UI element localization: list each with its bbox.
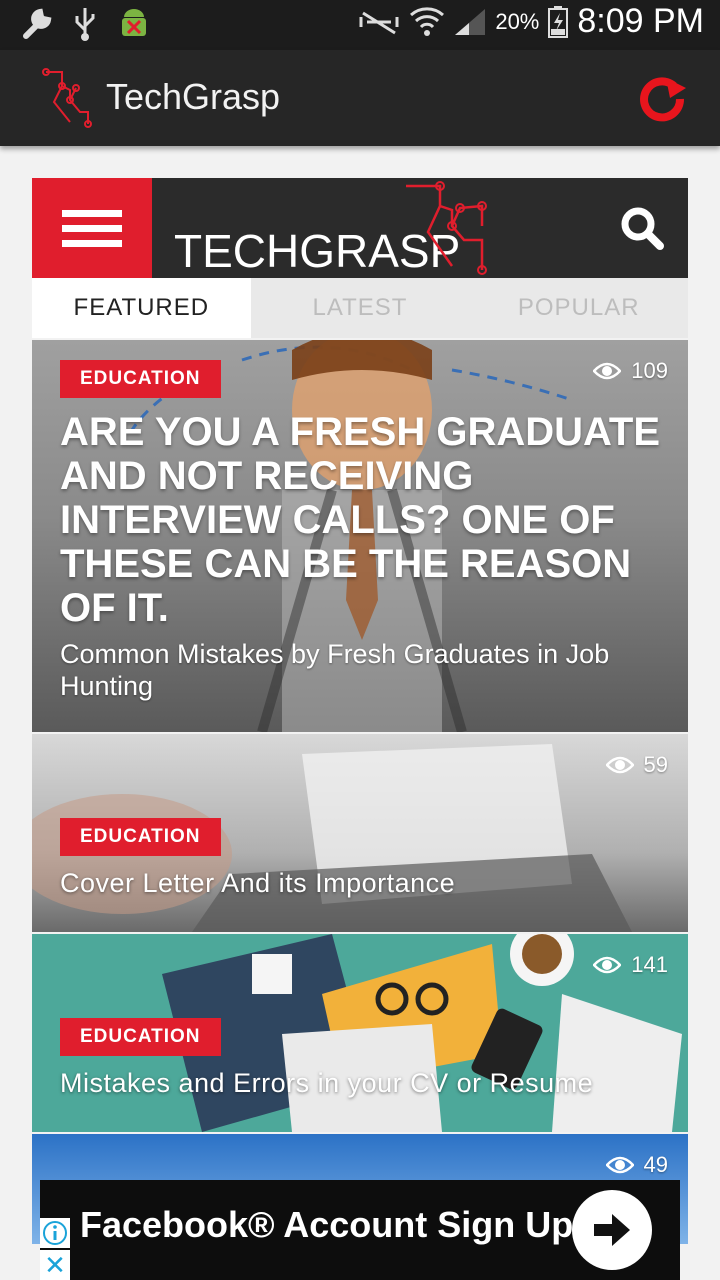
article-title[interactable]: Cover Letter And its Importance <box>60 868 668 899</box>
view-count-value: 141 <box>631 952 668 977</box>
ad-info-button[interactable] <box>40 1218 70 1248</box>
tab-popular[interactable]: POPULAR <box>469 278 688 338</box>
category-badge[interactable]: EDUCATION <box>60 360 221 398</box>
app-bar: TechGrasp <box>0 50 720 146</box>
battery-icon <box>548 5 569 38</box>
arrow-icon <box>594 1214 630 1246</box>
view-count-value: 49 <box>643 1152 668 1177</box>
search-icon[interactable] <box>618 204 666 252</box>
ad-banner[interactable]: Facebook® Account Sign Up <box>40 1180 680 1280</box>
info-icon <box>43 1221 67 1245</box>
battery-percent: 20% <box>495 8 540 34</box>
ad-text[interactable]: Facebook® Account Sign Up <box>80 1204 573 1246</box>
category-badge[interactable]: EDUCATION <box>60 1018 221 1056</box>
view-count: 109 <box>593 358 668 384</box>
view-count: 59 <box>605 752 668 778</box>
tab-bar: FEATURED LATEST POPULAR <box>32 278 688 338</box>
view-count-value: 109 <box>631 358 668 383</box>
article-title[interactable]: Mistakes and Errors in your CV or Resume <box>60 1068 668 1099</box>
featured-article-card[interactable]: EDUCATION 109 ARE YOU A FRESH GRADUATE A… <box>32 340 688 732</box>
tab-featured[interactable]: FEATURED <box>32 278 251 338</box>
article-card[interactable]: 141 EDUCATION Mistakes and Errors in you… <box>32 934 688 1132</box>
main-content: TECHGRASP FEATURED LATEST POPULAR EDUCAT… <box>32 178 688 1244</box>
category-badge[interactable]: EDUCATION <box>60 818 221 856</box>
tab-latest[interactable]: LATEST <box>251 278 470 338</box>
close-icon: ✕ <box>44 1250 66 1280</box>
eye-icon <box>605 756 634 774</box>
wifi-icon <box>410 6 445 36</box>
mute-icon <box>359 11 399 34</box>
wrench-icon <box>23 8 52 39</box>
clock: 8:09 PM <box>577 2 704 40</box>
eye-icon <box>605 1156 634 1174</box>
app-title: TechGrasp <box>106 76 281 117</box>
view-count: 141 <box>593 952 668 978</box>
menu-button[interactable] <box>32 178 152 278</box>
status-bar: 20% 8:09 PM <box>0 0 720 50</box>
usb-icon <box>75 8 95 41</box>
brand-logo-icon <box>406 181 487 275</box>
eye-icon <box>593 956 622 974</box>
signal-icon <box>455 8 486 35</box>
brand-header: TECHGRASP <box>32 178 688 278</box>
ad-cta-button[interactable] <box>572 1190 652 1270</box>
view-count-value: 59 <box>643 752 668 777</box>
article-card[interactable]: 59 EDUCATION Cover Letter And its Import… <box>32 734 688 932</box>
android-icon <box>122 9 146 36</box>
view-count: 49 <box>605 1152 668 1178</box>
eye-icon <box>593 362 622 380</box>
featured-headline[interactable]: ARE YOU A FRESH GRADUATE AND NOT RECEIVI… <box>60 410 668 630</box>
ad-close-button[interactable]: ✕ <box>40 1250 70 1280</box>
techgrasp-logo-icon <box>42 68 92 128</box>
featured-subtitle[interactable]: Common Mistakes by Fresh Graduates in Jo… <box>60 638 628 702</box>
menu-icon <box>62 210 122 217</box>
refresh-icon[interactable] <box>636 74 692 124</box>
